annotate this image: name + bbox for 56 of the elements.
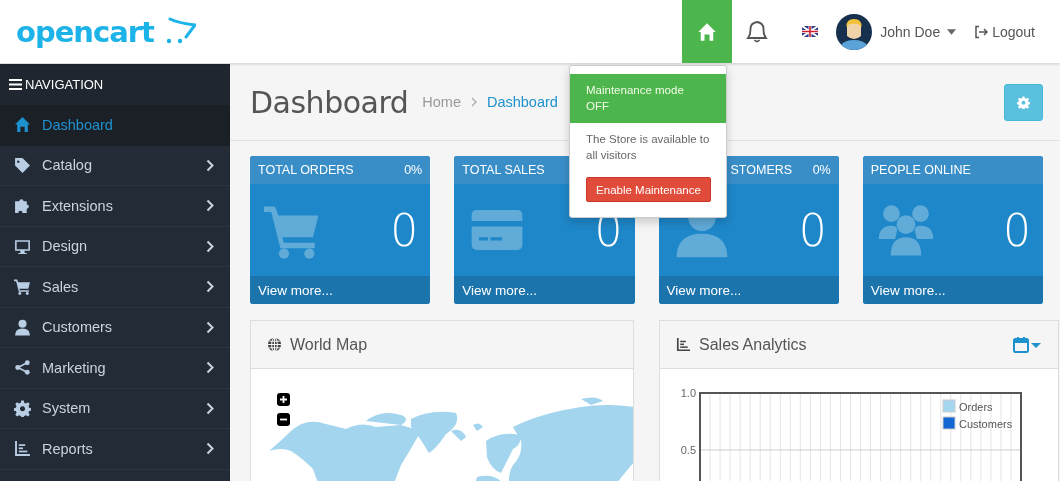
tile-percent: 0% — [812, 163, 831, 177]
home-button[interactable] — [682, 0, 733, 63]
caret-icon[interactable] — [947, 28, 957, 35]
sidebar-item[interactable]: Extensions — [0, 186, 230, 227]
share-icon — [14, 359, 31, 377]
puzzle-icon — [14, 197, 31, 215]
settings-icon — [1017, 95, 1030, 109]
y-tick-label: 1.0 — [680, 387, 696, 399]
tile-value: 0 — [1003, 204, 1031, 256]
navigation-title: NAVIGATION — [25, 77, 104, 92]
maintenance-status: OFF — [586, 99, 610, 114]
notification-bell-icon[interactable] — [746, 19, 769, 44]
panel-title: Sales Analytics — [699, 335, 808, 354]
flag-icon[interactable] — [802, 26, 819, 37]
sidebar-item[interactable]: Sales — [0, 267, 230, 308]
avatar[interactable] — [836, 13, 873, 50]
sidebar-item[interactable]: System — [0, 388, 230, 429]
bar-chart-icon — [14, 440, 31, 458]
enable-maintenance-button[interactable]: Enable Maintenance — [586, 177, 711, 202]
tile-title: PEOPLE ONLINE — [870, 163, 972, 177]
legend-label: Customers — [959, 418, 1013, 430]
logout-icon — [974, 24, 989, 39]
panel-title: World Map — [290, 335, 369, 354]
page-title: Dashboard — [250, 84, 409, 120]
monitor-icon — [14, 237, 31, 255]
cart-icon — [14, 278, 31, 296]
sidebar-item[interactable]: Marketing — [0, 348, 230, 389]
breadcrumb-separator-icon — [470, 97, 477, 107]
sidebar-item[interactable]: Customers — [0, 307, 230, 348]
menu-icon — [9, 79, 22, 90]
sidebar-item[interactable]: Dashboard — [0, 105, 230, 146]
tag-icon — [14, 156, 31, 174]
sidebar-item[interactable]: Reports — [0, 429, 230, 470]
logout-link[interactable]: Logout — [974, 23, 1035, 40]
tile-value: 0 — [390, 204, 419, 256]
settings-icon — [14, 399, 31, 417]
legend-label: Orders — [959, 401, 993, 413]
home-icon — [697, 21, 718, 42]
calendar-dropdown-icon[interactable] — [1013, 336, 1042, 353]
sidebar-item[interactable]: Catalog — [0, 145, 230, 186]
tile-value: 0 — [798, 204, 827, 256]
tile-title: TOTAL ORDERS — [258, 163, 355, 177]
y-tick-label: 0.5 — [680, 444, 696, 456]
tile-title: TOTAL SALES — [462, 163, 546, 177]
tile-title: STOMERS — [730, 163, 794, 177]
maintenance-description: The Store is available to all visitors — [585, 132, 711, 163]
bar-chart-icon — [676, 337, 691, 352]
globe-icon — [267, 337, 282, 352]
sidebar-item[interactable]: Design — [0, 226, 230, 267]
zoom-in-button[interactable] — [277, 393, 290, 406]
zoom-out-button[interactable] — [277, 413, 290, 426]
user-name[interactable]: John Doe — [880, 23, 941, 40]
maintenance-title: Maintenance mode — [586, 83, 685, 98]
user-icon — [14, 318, 31, 336]
home-icon — [14, 116, 31, 134]
tile-percent: 0% — [404, 163, 423, 177]
